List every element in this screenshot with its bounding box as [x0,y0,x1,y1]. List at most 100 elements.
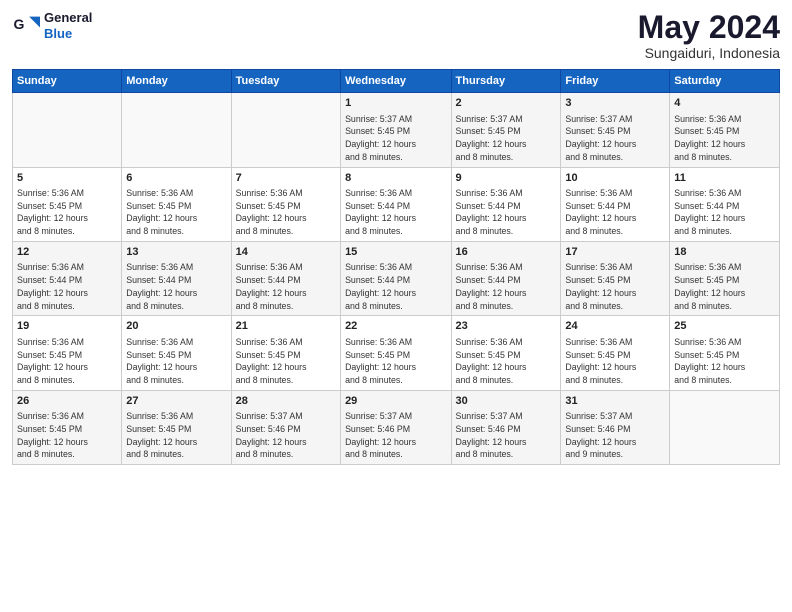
day-number: 28 [236,394,336,409]
calendar-cell: 5Sunrise: 5:36 AM Sunset: 5:45 PM Daylig… [13,167,122,241]
weekday-header: Thursday [451,70,561,93]
main-title: May 2024 [638,10,780,45]
calendar-cell [670,390,780,464]
day-info: Sunrise: 5:36 AM Sunset: 5:45 PM Dayligh… [674,336,775,387]
day-info: Sunrise: 5:36 AM Sunset: 5:45 PM Dayligh… [126,187,226,238]
day-number: 19 [17,319,117,334]
day-number: 14 [236,245,336,260]
day-number: 1 [345,96,446,111]
day-number: 17 [565,245,665,260]
calendar-week-row: 1 Sunrise: 5:37 AM Sunset: 5:45 PM Daylig… [13,93,780,167]
calendar-cell: 10Sunrise: 5:36 AM Sunset: 5:44 PM Dayli… [561,167,670,241]
logo: G General Blue [12,10,92,41]
weekday-header: Sunday [13,70,122,93]
day-number: 21 [236,319,336,334]
day-info: Sunrise: 5:36 AM Sunset: 5:45 PM Dayligh… [126,336,226,387]
day-info: Sunrise: 5:36 AM Sunset: 5:45 PM Dayligh… [565,261,665,312]
calendar-cell [122,93,231,167]
svg-text:G: G [14,16,25,32]
day-info: Sunrise: 5:36 AM Sunset: 5:44 PM Dayligh… [236,261,336,312]
day-number: 9 [456,171,557,186]
day-info: Sunrise: 5:36 AM Sunset: 5:45 PM Dayligh… [565,336,665,387]
calendar-cell: 12Sunrise: 5:36 AM Sunset: 5:44 PM Dayli… [13,241,122,315]
calendar-cell: 2 Sunrise: 5:37 AM Sunset: 5:45 PM Daylig… [451,93,561,167]
day-info: Sunrise: 5:37 AM Sunset: 5:46 PM Dayligh… [565,410,665,461]
header: G General Blue May 2024 Sungaiduri, Indo… [12,10,780,61]
calendar-cell: 8Sunrise: 5:36 AM Sunset: 5:44 PM Daylig… [341,167,451,241]
title-block: May 2024 Sungaiduri, Indonesia [638,10,780,61]
day-number: 31 [565,394,665,409]
calendar-cell: 25 Sunrise: 5:36 AM Sunset: 5:45 PM Dayli… [670,316,780,390]
day-info: Sunrise: 5:36 AM Sunset: 5:45 PM Dayligh… [17,336,117,387]
day-info: Sunrise: 5:36 AM Sunset: 5:45 PM Dayligh… [456,336,557,387]
day-number: 20 [126,319,226,334]
calendar-week-row: 26Sunrise: 5:36 AM Sunset: 5:45 PM Dayli… [13,390,780,464]
calendar-cell: 11Sunrise: 5:36 AM Sunset: 5:44 PM Dayli… [670,167,780,241]
day-info: Sunrise: 5:37 AM Sunset: 5:45 PM Dayligh… [565,113,665,164]
day-number: 2 [456,96,557,111]
day-number: 24 [565,319,665,334]
day-info: Sunrise: 5:36 AM Sunset: 5:45 PM Dayligh… [345,336,446,387]
day-number: 3 [565,96,665,111]
calendar-cell: 26Sunrise: 5:36 AM Sunset: 5:45 PM Dayli… [13,390,122,464]
calendar-week-row: 12Sunrise: 5:36 AM Sunset: 5:44 PM Dayli… [13,241,780,315]
day-info: Sunrise: 5:36 AM Sunset: 5:44 PM Dayligh… [456,261,557,312]
day-info: Sunrise: 5:36 AM Sunset: 5:45 PM Dayligh… [674,113,775,164]
calendar-cell [231,93,340,167]
logo-line1: General [44,10,92,26]
day-info: Sunrise: 5:36 AM Sunset: 5:45 PM Dayligh… [17,410,117,461]
day-info: Sunrise: 5:37 AM Sunset: 5:45 PM Dayligh… [345,113,446,164]
day-info: Sunrise: 5:37 AM Sunset: 5:46 PM Dayligh… [345,410,446,461]
day-info: Sunrise: 5:36 AM Sunset: 5:44 PM Dayligh… [456,187,557,238]
day-number: 16 [456,245,557,260]
day-info: Sunrise: 5:37 AM Sunset: 5:46 PM Dayligh… [236,410,336,461]
calendar-cell: 9Sunrise: 5:36 AM Sunset: 5:44 PM Daylig… [451,167,561,241]
calendar-cell: 1 Sunrise: 5:37 AM Sunset: 5:45 PM Daylig… [341,93,451,167]
day-number: 13 [126,245,226,260]
calendar-cell: 24 Sunrise: 5:36 AM Sunset: 5:45 PM Dayli… [561,316,670,390]
calendar-cell: 14Sunrise: 5:36 AM Sunset: 5:44 PM Dayli… [231,241,340,315]
sub-title: Sungaiduri, Indonesia [638,45,780,61]
calendar-table: SundayMondayTuesdayWednesdayThursdayFrid… [12,69,780,465]
day-info: Sunrise: 5:36 AM Sunset: 5:44 PM Dayligh… [126,261,226,312]
calendar-cell: 4Sunrise: 5:36 AM Sunset: 5:45 PM Daylig… [670,93,780,167]
calendar-cell: 20 Sunrise: 5:36 AM Sunset: 5:45 PM Dayli… [122,316,231,390]
calendar-cell: 6Sunrise: 5:36 AM Sunset: 5:45 PM Daylig… [122,167,231,241]
logo-icon: G [12,12,40,40]
day-info: Sunrise: 5:36 AM Sunset: 5:44 PM Dayligh… [674,187,775,238]
calendar-cell: 18Sunrise: 5:36 AM Sunset: 5:45 PM Dayli… [670,241,780,315]
day-number: 30 [456,394,557,409]
calendar-week-row: 19 Sunrise: 5:36 AM Sunset: 5:45 PM Dayli… [13,316,780,390]
day-number: 15 [345,245,446,260]
day-number: 8 [345,171,446,186]
day-info: Sunrise: 5:36 AM Sunset: 5:44 PM Dayligh… [345,261,446,312]
calendar-cell: 7Sunrise: 5:36 AM Sunset: 5:45 PM Daylig… [231,167,340,241]
calendar-cell: 30Sunrise: 5:37 AM Sunset: 5:46 PM Dayli… [451,390,561,464]
calendar-cell: 31Sunrise: 5:37 AM Sunset: 5:46 PM Dayli… [561,390,670,464]
day-info: Sunrise: 5:36 AM Sunset: 5:44 PM Dayligh… [565,187,665,238]
day-info: Sunrise: 5:36 AM Sunset: 5:45 PM Dayligh… [236,336,336,387]
calendar-cell: 21 Sunrise: 5:36 AM Sunset: 5:45 PM Dayli… [231,316,340,390]
day-info: Sunrise: 5:36 AM Sunset: 5:44 PM Dayligh… [17,261,117,312]
calendar-cell: 16Sunrise: 5:36 AM Sunset: 5:44 PM Dayli… [451,241,561,315]
day-number: 5 [17,171,117,186]
calendar-cell: 27Sunrise: 5:36 AM Sunset: 5:45 PM Dayli… [122,390,231,464]
day-number: 27 [126,394,226,409]
logo-text: General Blue [44,10,92,41]
day-info: Sunrise: 5:36 AM Sunset: 5:45 PM Dayligh… [126,410,226,461]
logo-line2: Blue [44,26,92,42]
day-number: 25 [674,319,775,334]
day-number: 18 [674,245,775,260]
day-number: 10 [565,171,665,186]
header-row: SundayMondayTuesdayWednesdayThursdayFrid… [13,70,780,93]
calendar-cell: 29Sunrise: 5:37 AM Sunset: 5:46 PM Dayli… [341,390,451,464]
calendar-cell: 17Sunrise: 5:36 AM Sunset: 5:45 PM Dayli… [561,241,670,315]
weekday-header: Monday [122,70,231,93]
calendar-cell: 15Sunrise: 5:36 AM Sunset: 5:44 PM Dayli… [341,241,451,315]
day-info: Sunrise: 5:37 AM Sunset: 5:46 PM Dayligh… [456,410,557,461]
calendar-cell: 13Sunrise: 5:36 AM Sunset: 5:44 PM Dayli… [122,241,231,315]
day-info: Sunrise: 5:36 AM Sunset: 5:44 PM Dayligh… [345,187,446,238]
day-info: Sunrise: 5:37 AM Sunset: 5:45 PM Dayligh… [456,113,557,164]
calendar-cell [13,93,122,167]
day-number: 11 [674,171,775,186]
